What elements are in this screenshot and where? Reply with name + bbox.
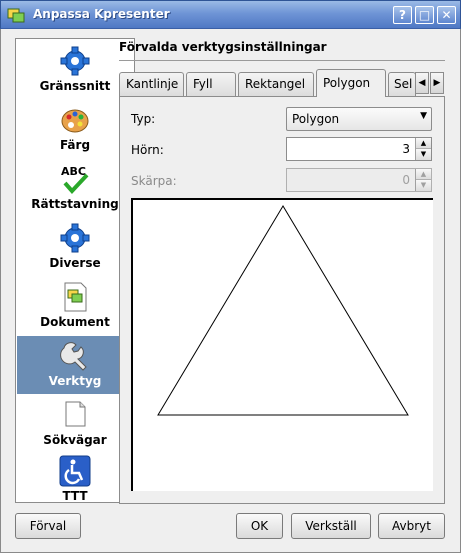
corners-label: Hörn: (131, 143, 164, 157)
sidebar-item-label: Färg (59, 138, 91, 152)
sidebar-item-granssnitt[interactable]: Gränssnitt (17, 41, 133, 99)
tab-label: Sel (394, 77, 413, 91)
corners-spinbox[interactable]: 3 ▲ ▼ (286, 137, 432, 161)
triangle-shape (157, 205, 409, 416)
tab-sel[interactable]: Sel (388, 72, 416, 96)
polygon-preview (131, 198, 433, 491)
help-button[interactable]: ? (393, 6, 412, 24)
tab-label: Fyll (193, 77, 213, 91)
app-icon (7, 8, 25, 23)
accessibility-icon (59, 455, 91, 487)
gear-icon (60, 46, 90, 76)
sidebar-item-diverse[interactable]: Diverse (17, 218, 133, 276)
spin-down-icon[interactable]: ▼ (416, 149, 431, 160)
tab-label: Rektangel (245, 77, 306, 91)
document-icon (64, 282, 87, 312)
defaults-button[interactable]: Förval (15, 513, 81, 539)
chevron-down-icon: ▼ (420, 111, 427, 121)
sidebar-item-sokvagar[interactable]: Sökvägar (17, 395, 133, 453)
page-title: Förvalda verktygsinställningar (119, 40, 327, 54)
sidebar-item-label: Rättstavning (31, 197, 119, 211)
close-button[interactable]: ✕ (437, 6, 456, 24)
sidebar-item-label: Dokument (40, 315, 110, 329)
tab-rektangel[interactable]: Rektangel (238, 72, 314, 96)
sidebar-item-label: Verktyg (48, 374, 102, 388)
tab-label: Kantlinje (126, 77, 179, 91)
sharpness-value: 0 (402, 173, 410, 187)
spin-buttons: ▲ ▼ (415, 169, 431, 191)
tab-scroll-right-icon[interactable]: ▶ (430, 72, 444, 94)
type-label: Typ: (131, 112, 156, 126)
title-bar[interactable]: Anpassa Kpresenter ? □ ✕ (0, 0, 461, 29)
cancel-button-label: Avbryt (392, 519, 431, 533)
sharpness-label: Skärpa: (131, 174, 177, 188)
sidebar-item-label: Diverse (49, 256, 101, 270)
type-select-value: Polygon (292, 112, 340, 126)
type-select[interactable]: Polygon ▼ (286, 107, 432, 131)
svg-text:ABC: ABC (61, 165, 86, 178)
ok-button[interactable]: OK (236, 513, 283, 539)
spin-down-icon[interactable]: ▼ (416, 180, 431, 191)
wrench-icon (60, 342, 87, 371)
spin-up-icon[interactable]: ▲ (416, 138, 431, 149)
sidebar-item-label: Gränssnitt (39, 79, 111, 93)
window-title: Anpassa Kpresenter (33, 7, 170, 21)
tab-polygon[interactable]: Polygon (316, 69, 386, 97)
tab-label: Polygon (323, 76, 371, 90)
sidebar-item-rattstavning[interactable]: ABC Rättstavning (17, 159, 133, 217)
cancel-button[interactable]: Avbryt (378, 513, 445, 539)
tab-fyll[interactable]: Fyll (186, 72, 236, 96)
path-document-icon (65, 401, 86, 427)
sidebar-item-farg[interactable]: Färg (17, 100, 133, 158)
corners-value: 3 (402, 142, 410, 156)
palette-icon (61, 109, 89, 133)
divider (119, 60, 445, 61)
defaults-button-label: Förval (29, 519, 67, 533)
spin-buttons: ▲ ▼ (415, 138, 431, 160)
ok-button-label: OK (250, 519, 269, 533)
sharpness-spinbox[interactable]: 0 ▲ ▼ (286, 168, 432, 192)
tab-kantlinje[interactable]: Kantlinje (119, 72, 184, 96)
polygon-preview-canvas (157, 205, 409, 416)
spin-up-icon[interactable]: ▲ (416, 169, 431, 180)
apply-button[interactable]: Verkställ (291, 513, 371, 539)
tab-scroll-left-icon[interactable]: ◀ (415, 72, 429, 94)
maximize-button[interactable]: □ (415, 6, 434, 24)
apply-button-label: Verkställ (305, 519, 357, 533)
sidebar-item-label: TTT (62, 489, 88, 503)
spellcheck-icon: ABC (61, 165, 89, 194)
sidebar-item-label: Sökvägar (43, 433, 107, 447)
category-sidebar: Gränssnitt Färg ABC Rättstavning Diverse (15, 38, 135, 503)
gear-icon (60, 223, 90, 253)
sidebar-item-dokument[interactable]: Dokument (17, 277, 133, 335)
sidebar-item-ttt[interactable]: TTT (17, 451, 133, 509)
sidebar-item-verktyg[interactable]: Verktyg (17, 336, 133, 394)
